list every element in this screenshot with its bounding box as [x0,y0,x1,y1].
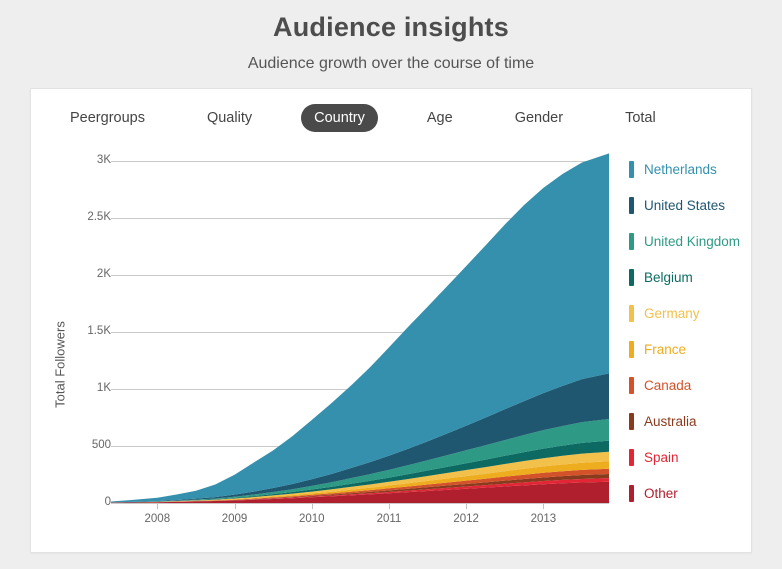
legend-swatch [629,232,634,250]
legend-item-other[interactable]: Other [629,475,759,511]
x-tick-label: 2008 [144,513,171,525]
legend-item-australia[interactable]: Australia [629,403,759,439]
legend-swatch [629,448,634,466]
x-tick-label: 2010 [298,513,325,525]
legend-swatch [629,304,634,322]
x-tick-mark [157,504,159,509]
legend-label: Canada [644,377,692,393]
legend-item-spain[interactable]: Spain [629,439,759,475]
legend-item-canada[interactable]: Canada [629,367,759,403]
x-tick-label: 2012 [453,513,479,525]
x-tick-mark [311,504,313,509]
legend-swatch [629,196,634,214]
legend-item-france[interactable]: France [629,331,759,367]
legend-label: Netherlands [644,161,717,177]
legend-item-netherlands[interactable]: Netherlands [629,151,759,187]
legend-label: Australia [644,413,697,429]
legend-label: Spain [644,449,679,465]
legend-swatch [629,340,634,358]
x-tick-label: 2011 [376,513,402,525]
legend-item-belgium[interactable]: Belgium [629,259,759,295]
legend-label: Belgium [644,269,693,285]
page-header: Audience insights Audience growth over t… [0,0,782,74]
chart-legend: Netherlands United States United Kingdom Be… [629,151,759,511]
legend-item-united-kingdom[interactable]: United Kingdom [629,223,759,259]
chart-card: Peergroups Quality Country Age Gender Total T… [30,88,752,553]
legend-swatch [629,376,634,394]
page-title: Audience insights [273,12,509,42]
legend-swatch [629,160,634,178]
legend-label: Other [644,485,678,501]
x-tick-mark [543,504,545,509]
legend-label: Germany [644,305,700,321]
legend-swatch [629,412,634,430]
x-tick-label: 2013 [530,513,557,525]
x-tick-label: 2009 [221,513,248,525]
x-tick-mark [388,504,390,509]
legend-item-united-states[interactable]: United States [629,187,759,223]
legend-item-germany[interactable]: Germany [629,295,759,331]
legend-swatch [629,484,634,502]
x-tick-mark [466,504,468,509]
legend-swatch [629,268,634,286]
legend-label: France [644,341,687,357]
page-subtitle: Audience growth over the course of time [247,55,535,72]
legend-label: United Kingdom [644,233,741,249]
x-tick-mark [234,504,236,509]
legend-label: United States [644,197,726,213]
